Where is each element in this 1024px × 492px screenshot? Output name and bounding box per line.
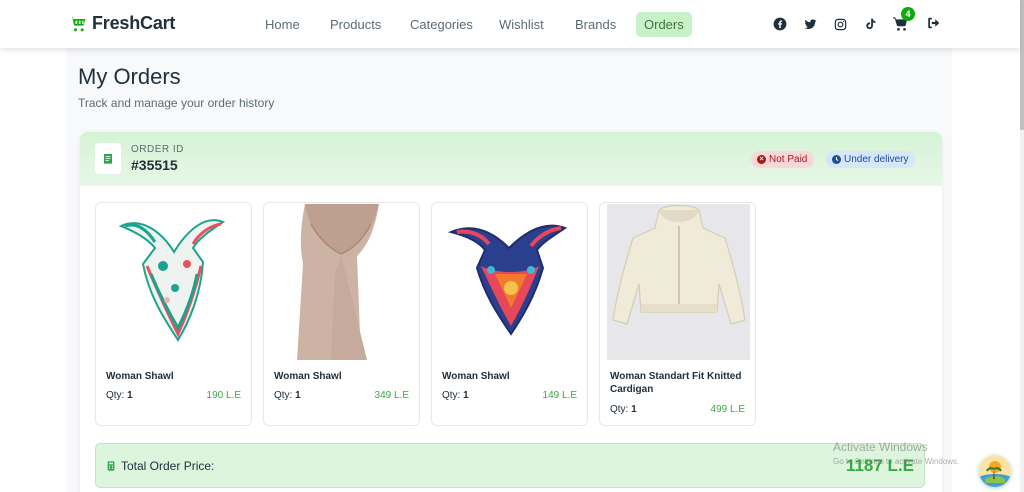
total-label-text: Total Order Price: bbox=[121, 459, 215, 473]
facebook-icon[interactable] bbox=[772, 16, 788, 32]
delivery-status-text: Under delivery bbox=[844, 154, 909, 165]
product-qty: Qty: 1 bbox=[274, 390, 301, 401]
clock-icon bbox=[832, 155, 841, 164]
product-image bbox=[439, 204, 582, 360]
twitter-icon[interactable] bbox=[802, 16, 818, 32]
product-price: 190 L.E bbox=[206, 390, 241, 401]
nav-wishlist[interactable]: Wishlist bbox=[491, 12, 552, 37]
total-label: Total Order Price: bbox=[106, 459, 214, 473]
tiktok-icon[interactable] bbox=[862, 16, 878, 32]
product-image bbox=[607, 204, 750, 360]
orders-page: My Orders Track and manage your order hi… bbox=[66, 48, 952, 492]
product-price: 149 L.E bbox=[542, 390, 577, 401]
order-id-label: ORDER ID bbox=[131, 144, 184, 155]
x-circle-icon: × bbox=[757, 155, 766, 164]
payment-status-text: Not Paid bbox=[769, 154, 808, 165]
product-qty: Qty: 1 bbox=[610, 404, 637, 415]
product-qty: Qty: 1 bbox=[442, 390, 469, 401]
order-total-bar: Total Order Price: 1187 L.E bbox=[95, 443, 925, 488]
payment-status-badge: × Not Paid bbox=[751, 151, 815, 168]
cart-count-badge: 4 bbox=[901, 7, 915, 21]
product-qty: Qty: 1 bbox=[106, 390, 133, 401]
island-avatar-icon bbox=[979, 455, 1011, 487]
page-scrollbar[interactable] bbox=[1020, 0, 1024, 492]
calculator-icon bbox=[107, 461, 115, 471]
order-item[interactable]: Woman Standart Fit Knitted Cardigan Qty:… bbox=[599, 202, 756, 426]
navbar: FreshCart Home Products Categories Wishl… bbox=[0, 0, 1020, 48]
page-title: My Orders bbox=[78, 64, 181, 89]
logout-icon[interactable] bbox=[926, 16, 942, 32]
delivery-status-badge: Under delivery bbox=[826, 151, 916, 168]
floating-avatar-button[interactable] bbox=[979, 455, 1011, 487]
order-item[interactable]: Woman Shawl Qty: 1 190 L.E bbox=[95, 202, 252, 426]
product-price: 349 L.E bbox=[374, 390, 409, 401]
instagram-icon[interactable] bbox=[832, 16, 848, 32]
product-name: Woman Shawl bbox=[442, 371, 510, 382]
order-card: ORDER ID #35515 × Not Paid Under deliver… bbox=[80, 132, 942, 492]
nav-products[interactable]: Products bbox=[322, 12, 389, 37]
product-name: Woman Shawl bbox=[274, 371, 342, 382]
nav-orders[interactable]: Orders bbox=[636, 12, 692, 37]
order-id: #35515 bbox=[131, 157, 178, 173]
scrollbar-thumb[interactable] bbox=[1020, 0, 1024, 130]
nav-home[interactable]: Home bbox=[257, 12, 308, 37]
nav-categories[interactable]: Categories bbox=[402, 12, 481, 37]
receipt-icon bbox=[95, 143, 121, 174]
product-price: 499 L.E bbox=[710, 404, 745, 415]
page-subtitle: Track and manage your order history bbox=[78, 96, 275, 110]
product-image bbox=[271, 204, 414, 360]
nav-brands[interactable]: Brands bbox=[567, 12, 624, 37]
product-name: Woman Shawl bbox=[106, 371, 174, 382]
order-item[interactable]: Woman Shawl Qty: 1 349 L.E bbox=[263, 202, 420, 426]
product-image bbox=[103, 204, 246, 360]
cart-button[interactable]: 4 bbox=[892, 7, 915, 32]
order-header: ORDER ID #35515 × Not Paid Under deliver… bbox=[80, 132, 942, 186]
social-links: 4 bbox=[772, 7, 942, 32]
order-item[interactable]: Woman Shawl Qty: 1 149 L.E bbox=[431, 202, 588, 426]
product-name: Woman Standart Fit Knitted Cardigan bbox=[610, 371, 742, 395]
total-price: 1187 L.E bbox=[845, 456, 914, 475]
